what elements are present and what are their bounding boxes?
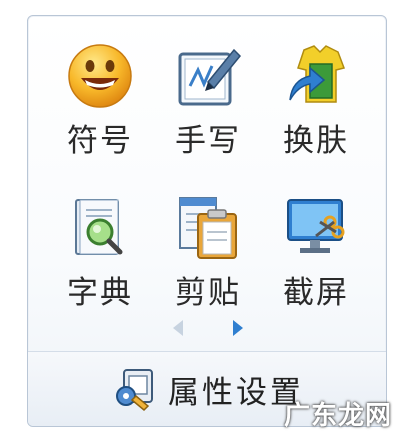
tool-label: 换肤 xyxy=(283,123,349,159)
watermark: 广东龙网 xyxy=(283,401,392,431)
right-arrow-icon xyxy=(233,320,243,336)
tool-handwriting[interactable]: 手写 xyxy=(154,34,262,180)
skin-shirt-icon xyxy=(289,45,345,103)
tool-symbols[interactable]: 符号 xyxy=(46,34,154,180)
tool-grid: 符号 手写 换肤 字典 剪贴 截屏 xyxy=(46,34,370,332)
clipboard-icon xyxy=(179,197,237,259)
handwriting-pen-icon xyxy=(178,48,242,106)
prev-page-button[interactable] xyxy=(168,316,188,340)
toolbox-panel: 符号 手写 换肤 字典 剪贴 截屏 属性设置 xyxy=(27,15,387,427)
left-arrow-icon xyxy=(173,320,183,336)
next-page-button[interactable] xyxy=(228,316,248,340)
smiley-icon xyxy=(68,44,132,108)
dictionary-magnifier-icon xyxy=(75,199,123,255)
screenshot-scissors-icon xyxy=(287,199,345,253)
tool-label: 截屏 xyxy=(283,275,349,311)
tool-label: 手写 xyxy=(175,123,241,159)
tool-skin[interactable]: 换肤 xyxy=(262,34,370,180)
tool-label: 剪贴 xyxy=(175,275,241,311)
tool-label: 符号 xyxy=(67,123,133,159)
tool-screenshot[interactable]: 截屏 xyxy=(262,186,370,332)
tool-clipboard[interactable]: 剪贴 xyxy=(154,186,262,332)
pager xyxy=(168,316,248,340)
tool-label: 字典 xyxy=(67,275,133,311)
settings-wrench-icon xyxy=(116,369,153,412)
tool-dictionary[interactable]: 字典 xyxy=(46,186,154,332)
